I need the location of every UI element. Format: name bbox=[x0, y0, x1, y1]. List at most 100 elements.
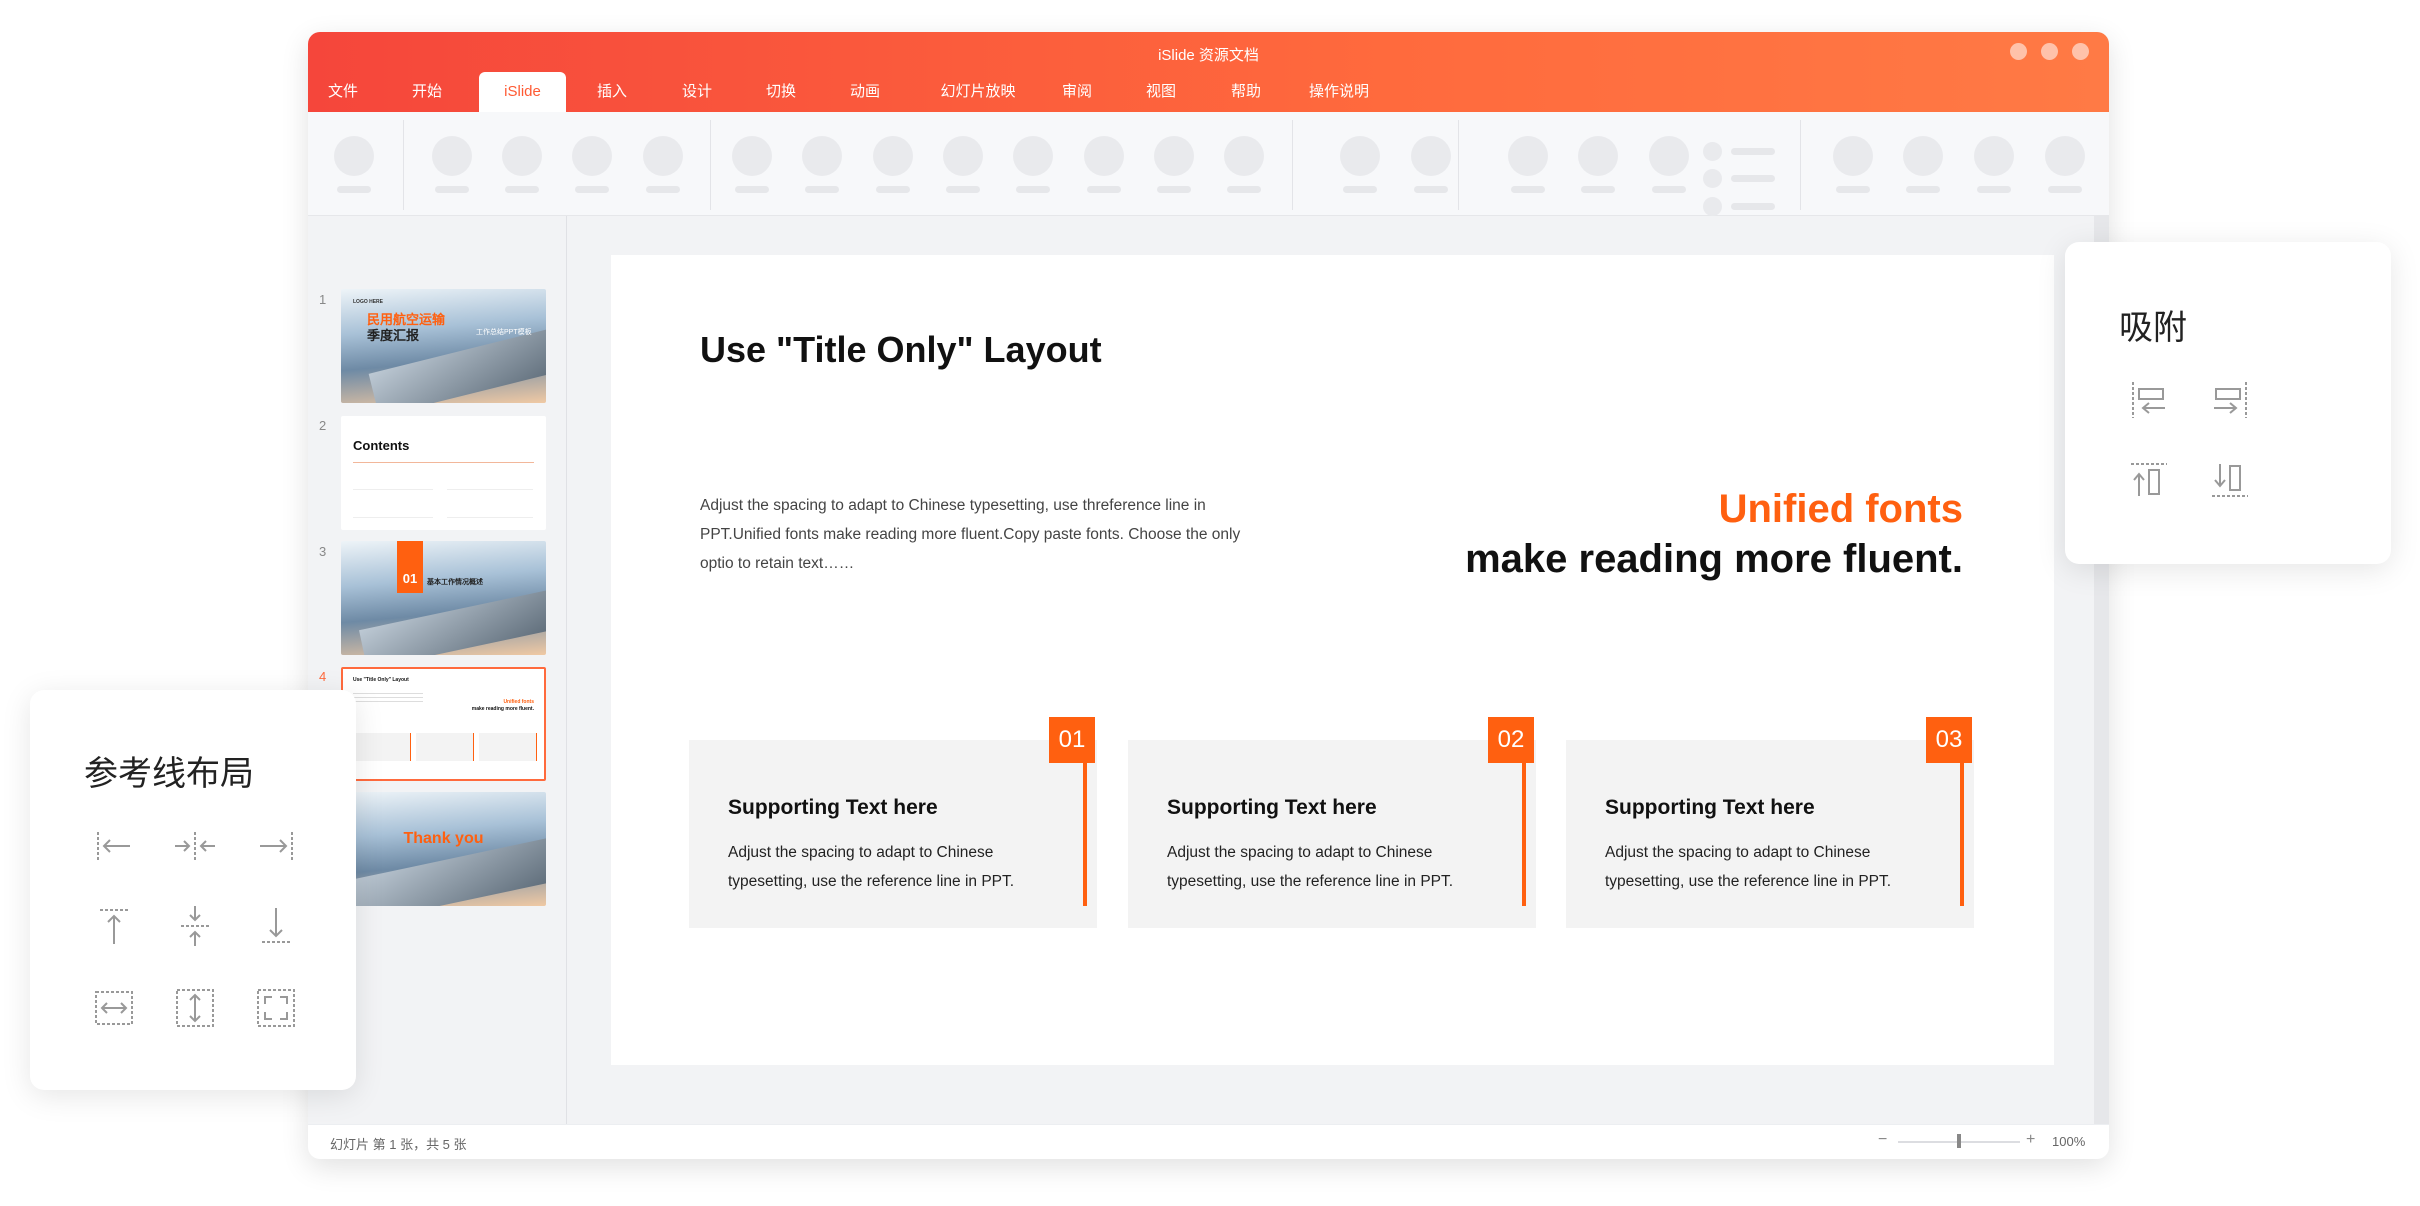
tab-animations[interactable]: 动画 bbox=[840, 72, 890, 112]
ribbon-placeholder-dot[interactable] bbox=[1703, 142, 1722, 161]
ribbon-placeholder-label bbox=[1087, 186, 1121, 193]
highlight-dark-text[interactable]: make reading more fluent. bbox=[1465, 537, 1963, 582]
zoom-out-button[interactable]: − bbox=[1878, 1131, 1887, 1149]
ribbon-toolbar bbox=[308, 112, 2109, 216]
ribbon-placeholder-button[interactable] bbox=[1903, 136, 1943, 176]
tab-design[interactable]: 设计 bbox=[672, 72, 722, 112]
tab-insert[interactable]: 插入 bbox=[587, 72, 637, 112]
card-number-badge: 03 bbox=[1926, 717, 1972, 763]
thumb-badge: 01 bbox=[397, 541, 423, 593]
supporting-card-1[interactable]: Supporting Text here Adjust the spacing … bbox=[689, 740, 1097, 928]
ribbon-placeholder-button[interactable] bbox=[334, 136, 374, 176]
tab-help[interactable]: 帮助 bbox=[1221, 72, 1271, 112]
thumb-body-lines bbox=[353, 693, 423, 705]
maximize-button[interactable] bbox=[2041, 43, 2058, 60]
slide-thumbnail-2[interactable]: Contents bbox=[341, 416, 546, 530]
minimize-button[interactable] bbox=[2010, 43, 2027, 60]
zoom-in-button[interactable]: + bbox=[2026, 1131, 2035, 1149]
ribbon-placeholder-dot[interactable] bbox=[1703, 197, 1722, 216]
slide-title[interactable]: Use "Title Only" Layout bbox=[700, 329, 1102, 371]
guide-center-horizontal-icon[interactable] bbox=[173, 824, 217, 868]
card-number-badge: 01 bbox=[1049, 717, 1095, 763]
snap-left-icon[interactable] bbox=[2127, 378, 2171, 422]
thumb-item bbox=[353, 496, 433, 518]
slide-thumbnail-5[interactable]: Thank you bbox=[341, 792, 546, 906]
thumb-divider bbox=[353, 462, 534, 463]
zoom-level[interactable]: 100% bbox=[2052, 1134, 2085, 1149]
ribbon-placeholder-button[interactable] bbox=[1974, 136, 2014, 176]
ribbon-group-divider bbox=[710, 120, 711, 210]
ribbon-placeholder-label bbox=[505, 186, 539, 193]
highlight-orange-text[interactable]: Unified fonts bbox=[1719, 487, 1963, 532]
guide-fill-height-icon[interactable] bbox=[173, 986, 217, 1030]
ribbon-placeholder-label bbox=[1016, 186, 1050, 193]
card-text: Adjust the spacing to adapt to Chinese t… bbox=[1605, 844, 1892, 890]
ribbon-placeholder-button[interactable] bbox=[2045, 136, 2085, 176]
tab-file[interactable]: 文件 bbox=[318, 72, 368, 112]
ribbon-placeholder-label bbox=[1581, 186, 1615, 193]
tab-slideshow[interactable]: 幻灯片放映 bbox=[928, 72, 1028, 112]
ribbon-placeholder-button[interactable] bbox=[802, 136, 842, 176]
ribbon-placeholder-button[interactable] bbox=[572, 136, 612, 176]
tab-view[interactable]: 视图 bbox=[1136, 72, 1186, 112]
guide-center-vertical-icon[interactable] bbox=[173, 904, 217, 948]
zoom-slider-thumb[interactable] bbox=[1957, 1134, 1961, 1148]
snap-bottom-icon[interactable] bbox=[2208, 458, 2252, 502]
card-title: Supporting Text here bbox=[728, 796, 938, 819]
guide-fill-width-icon[interactable] bbox=[92, 986, 136, 1030]
slide-thumbnail-4[interactable]: Use "Title Only" Layout Unified fonts ma… bbox=[341, 667, 546, 781]
slide-canvas[interactable]: Use "Title Only" Layout Adjust the spaci… bbox=[611, 255, 2054, 1065]
ribbon-placeholder-button[interactable] bbox=[873, 136, 913, 176]
slide-thumbnail-3[interactable]: 01 基本工作情况概述 bbox=[341, 541, 546, 655]
slide-body-text[interactable]: Adjust the spacing to adapt to Chinese t… bbox=[700, 491, 1252, 578]
ribbon-placeholder-button[interactable] bbox=[1649, 136, 1689, 176]
snap-panel: 吸附 bbox=[2065, 242, 2391, 564]
ribbon-placeholder-label bbox=[337, 186, 371, 193]
tab-review[interactable]: 审阅 bbox=[1052, 72, 1102, 112]
ribbon-placeholder-button[interactable] bbox=[643, 136, 683, 176]
tab-transitions[interactable]: 切换 bbox=[756, 72, 806, 112]
ribbon-placeholder-bar bbox=[1731, 175, 1775, 182]
card-text: Adjust the spacing to adapt to Chinese t… bbox=[1167, 844, 1454, 890]
slide-thumbnail-1[interactable]: LOGO HERE 民用航空运输 季度汇报 工作总结PPT模板 bbox=[341, 289, 546, 403]
ribbon-placeholder-button[interactable] bbox=[1224, 136, 1264, 176]
ribbon-placeholder-label bbox=[1906, 186, 1940, 193]
supporting-card-3[interactable]: Supporting Text here Adjust the spacing … bbox=[1566, 740, 1974, 928]
thumb-dark-text: make reading more fluent. bbox=[471, 706, 534, 712]
ribbon-placeholder-button[interactable] bbox=[1833, 136, 1873, 176]
ribbon-placeholder-bar bbox=[1731, 203, 1775, 210]
thumb-item bbox=[447, 496, 533, 518]
tab-islide[interactable]: iSlide bbox=[479, 72, 566, 112]
supporting-card-2[interactable]: Supporting Text here Adjust the spacing … bbox=[1128, 740, 1536, 928]
card-accent-bar bbox=[1083, 763, 1087, 906]
ribbon-placeholder-button[interactable] bbox=[1340, 136, 1380, 176]
guide-right-icon[interactable] bbox=[254, 824, 298, 868]
tab-home[interactable]: 开始 bbox=[402, 72, 452, 112]
title-bar: iSlide 资源文档 文件 开始 iSlide 插入 设计 切换 动画 幻灯片… bbox=[308, 32, 2109, 112]
status-bar: 幻灯片 第 1 张，共 5 张 − + 100% bbox=[308, 1124, 2109, 1159]
ribbon-placeholder-button[interactable] bbox=[1013, 136, 1053, 176]
ribbon-placeholder-button[interactable] bbox=[432, 136, 472, 176]
ribbon-group-divider bbox=[403, 120, 404, 210]
guide-left-icon[interactable] bbox=[92, 824, 136, 868]
ribbon-placeholder-button[interactable] bbox=[732, 136, 772, 176]
ribbon-placeholder-label bbox=[1836, 186, 1870, 193]
ribbon-placeholder-button[interactable] bbox=[1411, 136, 1451, 176]
ribbon-placeholder-button[interactable] bbox=[1084, 136, 1124, 176]
snap-top-icon[interactable] bbox=[2127, 458, 2171, 502]
tab-tell-me[interactable]: 操作说明 bbox=[1304, 72, 1374, 112]
ribbon-placeholder-button[interactable] bbox=[943, 136, 983, 176]
ribbon-group-divider bbox=[1458, 120, 1459, 210]
ribbon-group-divider bbox=[1800, 120, 1801, 210]
close-button[interactable] bbox=[2072, 43, 2089, 60]
ribbon-placeholder-button[interactable] bbox=[1578, 136, 1618, 176]
ribbon-placeholder-button[interactable] bbox=[1154, 136, 1194, 176]
ribbon-placeholder-button[interactable] bbox=[1508, 136, 1548, 176]
ribbon-placeholder-dot[interactable] bbox=[1703, 169, 1722, 188]
guide-top-icon[interactable] bbox=[92, 904, 136, 948]
snap-right-icon[interactable] bbox=[2208, 378, 2252, 422]
guide-bottom-icon[interactable] bbox=[254, 904, 298, 948]
ribbon-placeholder-button[interactable] bbox=[502, 136, 542, 176]
guide-fill-all-icon[interactable] bbox=[254, 986, 298, 1030]
ribbon-placeholder-bar bbox=[1731, 148, 1775, 155]
